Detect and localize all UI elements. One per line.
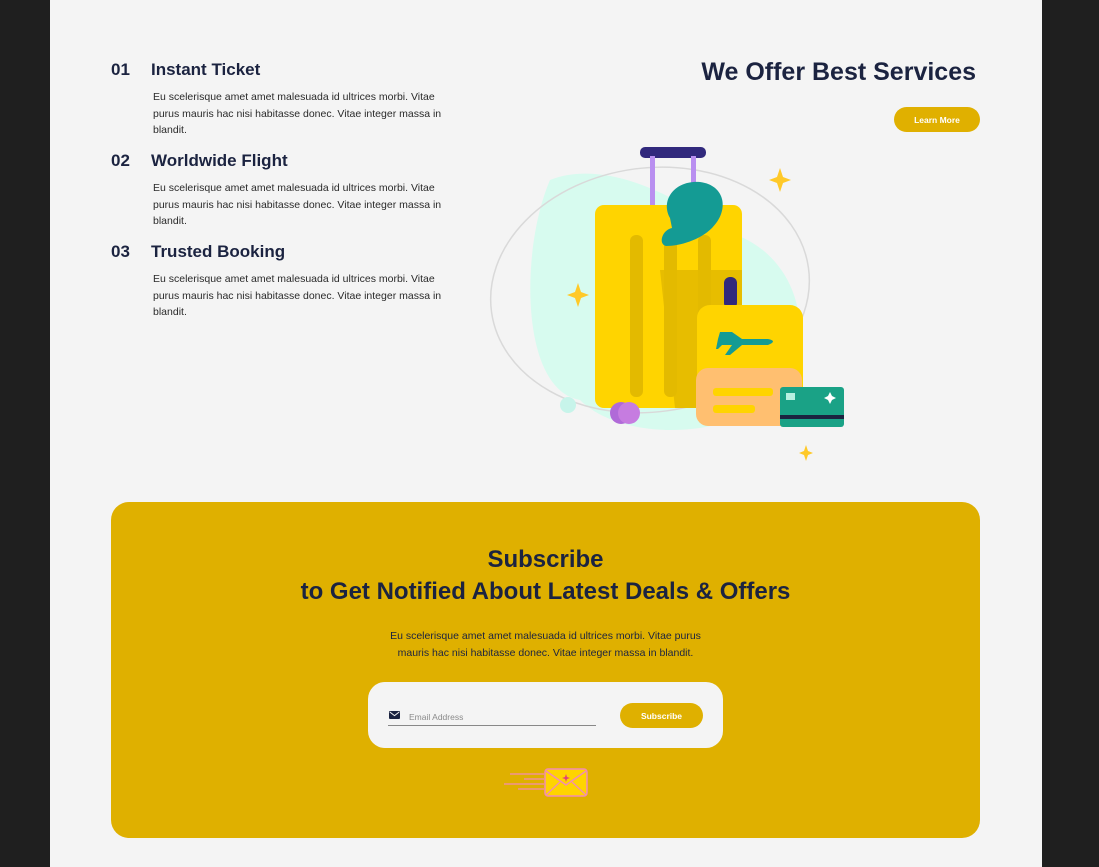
service-description: Eu scelerisque amet amet malesuada id ul… <box>153 91 442 136</box>
subscribe-description-line-2: mauris hac nisi habitasse donec. Vitae i… <box>397 647 694 659</box>
learn-more-button[interactable]: Learn More <box>894 107 980 132</box>
service-title: Trusted Booking <box>151 242 286 261</box>
page: 01 Instant Ticket Eu scelerisque amet am… <box>50 0 1042 867</box>
subscribe-description-line-1: Eu scelerisque amet amet malesuada id ul… <box>390 630 701 642</box>
subscribe-title: Subscribe to Get Notified About Latest D… <box>111 544 980 608</box>
service-number: 03 <box>111 242 130 261</box>
envelope-icon <box>389 711 400 719</box>
subscribe-title-line-1: Subscribe <box>487 546 604 573</box>
flying-envelope-icon <box>504 768 588 797</box>
service-number: 01 <box>111 60 130 79</box>
subscribe-description: Eu scelerisque amet amet malesuada id ul… <box>111 628 980 662</box>
service-item-trusted-booking: 03 Trusted Booking Eu scelerisque amet a… <box>111 242 471 321</box>
service-title: Worldwide Flight <box>151 151 288 170</box>
subscribe-title-line-2: to Get Notified About Latest Deals & Off… <box>300 578 791 605</box>
email-field[interactable] <box>388 708 596 726</box>
service-title: Instant Ticket <box>151 60 261 79</box>
luggage-illustration <box>489 147 844 461</box>
subscribe-form: Subscribe <box>368 682 723 748</box>
service-item-instant-ticket: 01 Instant Ticket Eu scelerisque amet am… <box>111 60 471 139</box>
service-description: Eu scelerisque amet amet malesuada id ul… <box>153 273 442 318</box>
subscribe-button[interactable]: Subscribe <box>620 703 703 728</box>
service-description: Eu scelerisque amet amet malesuada id ul… <box>153 182 442 227</box>
services-heading: We Offer Best Services <box>701 58 976 86</box>
service-item-worldwide-flight: 02 Worldwide Flight Eu scelerisque amet … <box>111 151 471 230</box>
service-number: 02 <box>111 151 130 170</box>
subscribe-section: Subscribe to Get Notified About Latest D… <box>111 502 980 838</box>
